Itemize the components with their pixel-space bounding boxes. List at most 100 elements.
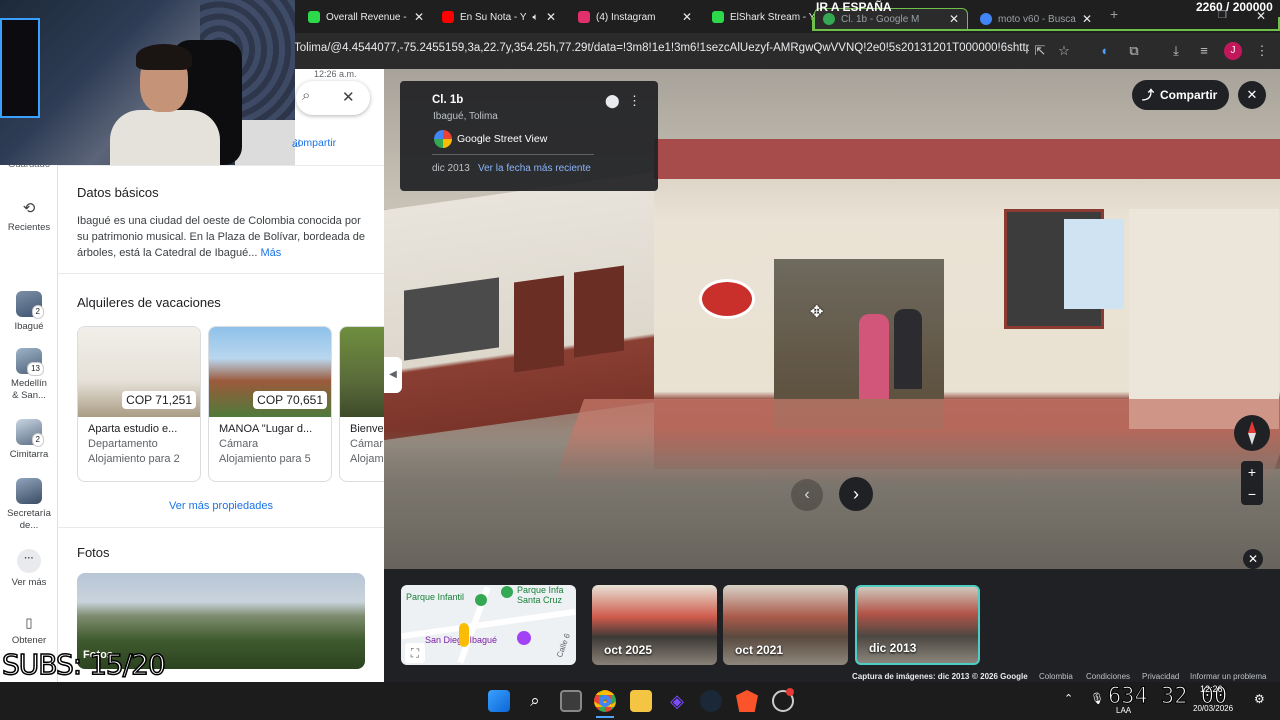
rail-item-obtener[interactable]: ▯ Obtener <box>0 616 58 647</box>
place-thumbnail: 2 <box>16 291 44 319</box>
street-road <box>384 429 1280 569</box>
close-icon[interactable]: ✕ <box>1082 12 1092 26</box>
tab-overall-revenue[interactable]: Overall Revenue - ✕ <box>300 4 432 30</box>
tab-instagram[interactable]: (4) Instagram ✕ <box>570 4 700 30</box>
extensions-puzzle-icon[interactable]: ⧉ <box>1124 41 1144 61</box>
app-swirl-icon[interactable] <box>772 688 794 712</box>
place-thumbnail: 2 <box>16 419 44 447</box>
rail-item-secretaria[interactable]: Secretaría de... <box>0 478 58 532</box>
close-street-view-button[interactable]: ✕ <box>1238 81 1266 109</box>
more-link[interactable]: Más <box>260 247 281 259</box>
restore-window-icon[interactable]: ❐ <box>1218 10 1227 21</box>
timeline-thumb-dic-2013[interactable]: dic 2013 <box>855 585 980 665</box>
overlay-ir-a-espana: IR A ESPAÑA <box>816 0 892 14</box>
new-tab-button[interactable]: + <box>1110 6 1118 22</box>
rail-label: Recientes <box>7 222 51 233</box>
notifications-icon[interactable]: ⚙ <box>1254 692 1265 706</box>
rental-type: Cámar <box>350 438 384 450</box>
rail-item-ibague[interactable]: 2 Ibagué <box>0 291 58 333</box>
timeline-thumb-label: dic 2013 <box>869 641 917 655</box>
tab-elshark-stream[interactable]: ElShark Stream - Y <box>704 4 814 30</box>
download-icon[interactable]: ⤓ <box>1166 41 1186 61</box>
map-label: Parque Infa Santa Cruz <box>517 585 564 605</box>
provider-label: Google Street View <box>457 133 548 145</box>
install-app-icon[interactable]: ⇱ <box>1030 41 1050 61</box>
shop-sign <box>699 279 755 319</box>
microphone-icon[interactable]: 🎙︎ <box>1090 692 1104 705</box>
speaker-icon[interactable]: 🔈︎ <box>533 12 539 23</box>
extension-audio-icon[interactable]: ◖ <box>1094 41 1114 61</box>
minimap-thumbnail[interactable]: Parque Infantil Parque Infa Santa Cruz S… <box>401 585 576 665</box>
rail-item-recientes[interactable]: ⟲ Recientes <box>0 200 58 234</box>
location-pin-icon[interactable]: ⬤ <box>605 93 620 109</box>
zoom-in-icon[interactable]: + <box>1241 461 1263 483</box>
google-logo-icon <box>434 130 452 148</box>
search-icon[interactable]: ⌕ <box>302 87 310 104</box>
rail-label: Cimitarra <box>9 449 49 460</box>
privacy-link[interactable]: Privacidad <box>1142 672 1179 681</box>
country-link[interactable]: Colombia <box>1039 672 1073 681</box>
timeline-thumb-label: oct 2021 <box>735 643 784 657</box>
pegman-icon[interactable] <box>459 623 469 647</box>
brave-icon[interactable] <box>736 690 758 712</box>
share-button[interactable]: ⤴ Compartir <box>1132 80 1230 110</box>
kebab-menu-icon[interactable]: ⋮ <box>628 93 641 109</box>
steam-icon[interactable] <box>700 690 722 712</box>
rail-label: Ibagué <box>14 321 44 332</box>
bookmark-star-icon[interactable]: ☆ <box>1054 41 1074 61</box>
compass-control[interactable] <box>1234 415 1270 451</box>
close-icon[interactable]: ✕ <box>342 88 355 106</box>
basic-info-body: Ibagué es una ciudad del oeste de Colomb… <box>77 215 365 259</box>
windows-start-icon[interactable] <box>488 690 510 712</box>
rental-photo: C <box>340 327 384 417</box>
kebab-menu-icon[interactable]: ⋮ <box>1252 41 1272 61</box>
shop-roof-band <box>654 139 1280 179</box>
file-explorer-icon[interactable] <box>630 690 652 712</box>
rental-price: COP 71,251 <box>122 391 196 409</box>
app-diamond-icon[interactable]: ◈ <box>666 690 688 712</box>
tab-en-su-nota[interactable]: En Su Nota - Y 🔈︎ ✕ <box>434 4 564 30</box>
latest-date-link[interactable]: Ver la fecha más reciente <box>478 163 591 174</box>
task-view-icon[interactable] <box>560 690 582 712</box>
rental-card[interactable]: C Bienve Cámar Alojam <box>339 326 384 482</box>
rail-item-cimitarra[interactable]: 2 Cimitarra <box>0 419 58 461</box>
expand-map-icon[interactable]: ⛶ <box>405 643 425 663</box>
chevron-up-icon[interactable]: ⌃ <box>1064 692 1073 705</box>
profile-avatar[interactable]: J <box>1224 42 1242 60</box>
close-icon[interactable]: ✕ <box>682 10 692 24</box>
rental-guests: Alojamiento para 2 <box>88 453 180 465</box>
divider <box>58 165 384 166</box>
rail-count-badge: 2 <box>31 433 44 447</box>
close-timeline-icon[interactable]: ✕ <box>1243 549 1263 569</box>
tab-title: En Su Nota - Y <box>460 11 527 23</box>
timeline-thumb-oct-2025[interactable]: oct 2025 <box>592 585 717 665</box>
rental-card[interactable]: COP 71,251 Aparta estudio e... Departame… <box>77 326 201 482</box>
save-action-label-partial[interactable]: al <box>292 138 300 150</box>
close-icon[interactable]: ✕ <box>949 12 959 26</box>
timeline-thumb-oct-2021[interactable]: oct 2021 <box>723 585 848 665</box>
close-icon[interactable]: ✕ <box>546 10 556 24</box>
report-problem-link[interactable]: Informar un problema <box>1190 672 1266 681</box>
zoom-out-icon[interactable]: − <box>1241 483 1263 505</box>
rental-title: MANOA "Lugar d... <box>219 423 313 435</box>
rail-item-ver-mas[interactable]: ··· Ver más <box>0 549 58 589</box>
search-pill: ⌕ ✕ <box>296 81 370 115</box>
pc-case <box>0 18 40 118</box>
see-more-properties-link[interactable]: Ver más propiedades <box>58 500 384 512</box>
search-icon[interactable]: ⌕ <box>524 690 546 712</box>
previous-arrow-icon[interactable]: ‹ <box>791 479 823 511</box>
tab-moto-search[interactable]: moto v60 - Busca ✕ <box>972 8 1100 30</box>
share-label: Compartir <box>1160 88 1218 102</box>
url-field[interactable]: Tolima/@4.4544077,-75.2455159,3a,22.7y,3… <box>294 42 1029 54</box>
customer-figure <box>859 314 889 399</box>
media-controls-icon[interactable]: ≡ <box>1194 41 1214 61</box>
next-arrow-icon[interactable]: › <box>839 477 873 511</box>
rail-item-medellin[interactable]: 13 Medellín & San... <box>0 348 58 402</box>
close-window-icon[interactable]: ✕ <box>1256 9 1266 23</box>
subs-overlay: SUBS: 15/20 <box>1 647 166 682</box>
collapse-panel-button[interactable]: ◀ <box>384 357 402 393</box>
chrome-icon[interactable] <box>594 690 616 712</box>
close-icon[interactable]: ✕ <box>414 10 424 24</box>
rental-card[interactable]: COP 70,651 MANOA "Lugar d... Cámara Aloj… <box>208 326 332 482</box>
terms-link[interactable]: Condiciones <box>1086 672 1130 681</box>
